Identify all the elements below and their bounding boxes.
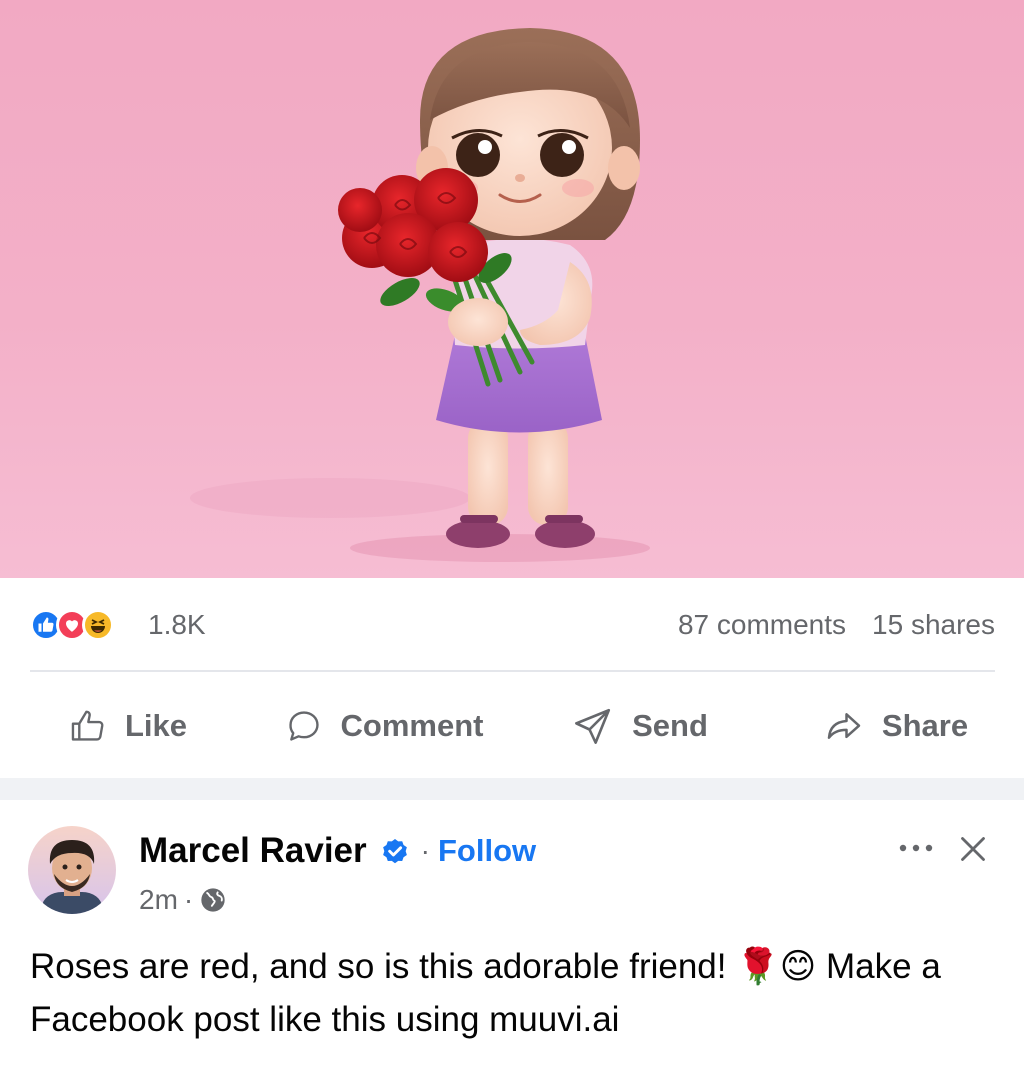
comments-count[interactable]: 87 comments bbox=[678, 609, 846, 641]
more-dots-icon bbox=[899, 844, 933, 852]
avatar[interactable] bbox=[28, 826, 116, 914]
author-name[interactable]: Marcel Ravier bbox=[139, 831, 367, 871]
separator-dot: · bbox=[420, 835, 430, 866]
divider bbox=[30, 670, 995, 672]
like-label: Like bbox=[124, 708, 188, 743]
comment-button[interactable]: Comment bbox=[256, 690, 512, 762]
share-button[interactable]: Share bbox=[768, 690, 1024, 762]
post-text: Roses are red, and so is this adorable f… bbox=[30, 947, 941, 1039]
reaction-count[interactable]: 1.8K bbox=[148, 609, 206, 641]
shares-count[interactable]: 15 shares bbox=[872, 609, 995, 641]
share-label: Share bbox=[881, 708, 969, 743]
share-arrow-icon bbox=[827, 713, 861, 739]
action-bar: Like Comment Send Share bbox=[0, 690, 1024, 762]
close-button[interactable] bbox=[954, 830, 992, 868]
close-icon bbox=[961, 837, 985, 861]
verified-badge-icon bbox=[382, 839, 407, 864]
comment-label: Comment bbox=[340, 708, 484, 743]
section-separator bbox=[0, 778, 1024, 800]
more-options-button[interactable] bbox=[896, 832, 936, 864]
reactions-bar: 1.8K 87 comments 15 shares bbox=[30, 600, 995, 650]
haha-icon bbox=[82, 609, 114, 641]
send-label: Send bbox=[632, 708, 708, 743]
separator-dot: · bbox=[183, 884, 194, 915]
girl-with-roses-illustration bbox=[190, 28, 650, 562]
post-time[interactable]: 2m bbox=[139, 884, 178, 916]
avatar-illustration bbox=[42, 840, 102, 914]
post-meta: 2m · bbox=[139, 880, 227, 920]
comment-bubble-icon bbox=[288, 711, 319, 741]
like-button[interactable]: Like bbox=[0, 690, 256, 762]
author-row: Marcel Ravier · Follow bbox=[139, 828, 536, 874]
send-button[interactable]: Send bbox=[512, 690, 768, 762]
paper-plane-icon bbox=[575, 708, 611, 744]
globe-icon[interactable] bbox=[199, 886, 227, 914]
thumbs-up-icon bbox=[71, 710, 104, 741]
post-image[interactable] bbox=[0, 0, 1024, 578]
follow-button[interactable]: Follow bbox=[438, 833, 536, 869]
reaction-summary[interactable]: 1.8K bbox=[30, 609, 206, 641]
